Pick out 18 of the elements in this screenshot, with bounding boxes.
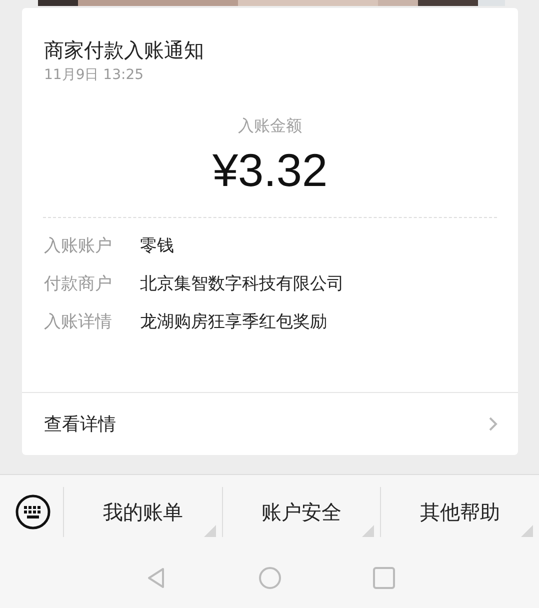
keyboard-icon[interactable] (15, 494, 51, 530)
field-label: 入账详情 (44, 311, 113, 333)
field-label: 付款商户 (44, 273, 113, 295)
card-title: 商家付款入账通知 (44, 37, 205, 64)
field-value: 北京集智数字科技有限公司 (140, 273, 344, 295)
amount: ¥3.32 (211, 143, 329, 197)
timestamp: 11月9日 13:25 (44, 66, 145, 84)
menu-tab[interactable]: 账户安全 (222, 487, 380, 537)
chevron-icon (488, 416, 498, 432)
field-value: 龙湖购房狂享季红包奖励 (140, 311, 327, 333)
home-icon[interactable] (258, 566, 282, 590)
field-value: 零钱 (140, 235, 174, 257)
field-label: 入账账户 (44, 235, 113, 257)
view-details-link[interactable]: 查看详情 (22, 392, 518, 455)
menu-tab[interactable]: 我的账单 (63, 487, 222, 537)
recents-icon[interactable] (372, 566, 396, 590)
menu-tab[interactable]: 其他帮助 (380, 487, 539, 537)
amount-label: 入账金额 (237, 116, 303, 137)
